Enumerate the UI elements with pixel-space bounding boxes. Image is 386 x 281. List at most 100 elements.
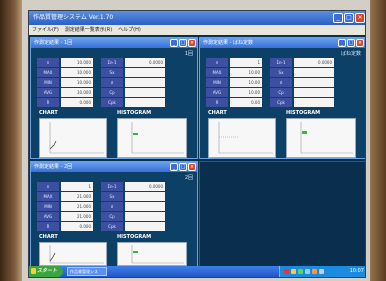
maximize-button[interactable]: □ bbox=[179, 39, 187, 47]
stat-value: 0.00 bbox=[230, 98, 262, 107]
control-chart bbox=[208, 118, 276, 158]
stat-label: Σn-1 bbox=[270, 58, 292, 67]
control-chart-graphic bbox=[49, 245, 104, 264]
control-chart bbox=[39, 242, 107, 266]
stat-label: σ bbox=[101, 78, 123, 87]
stat-value: 0.0000 bbox=[125, 182, 165, 191]
minimize-button[interactable]: _ bbox=[338, 39, 346, 47]
stat-value: 21.000 bbox=[61, 202, 93, 211]
menu-item-file[interactable]: ファイル(F) bbox=[32, 25, 59, 35]
stat-row: MAX 10.000 Sx bbox=[37, 68, 187, 77]
tray-icon[interactable] bbox=[319, 269, 324, 274]
stat-label: σ bbox=[101, 202, 123, 211]
tray-icon[interactable] bbox=[312, 269, 317, 274]
window-controls: _ □ × bbox=[170, 163, 196, 171]
chart-label: CHART bbox=[208, 110, 227, 116]
window-body: 1回 n 10.000 Σn-1 0.0000 MAX 10.000 Sx MI… bbox=[31, 48, 197, 158]
tray-icon[interactable] bbox=[298, 269, 303, 274]
stat-value: 0.0000 bbox=[125, 58, 165, 67]
stat-value: 1 bbox=[230, 58, 262, 67]
maximize-button[interactable]: □ bbox=[179, 163, 187, 171]
result-window-3[interactable]: 作測定結果 - 2回 _ □ × 2回 n 1 Σn-1 0.0000 MAX … bbox=[30, 161, 198, 267]
histogram bbox=[117, 118, 187, 158]
taskbar-item-app[interactable]: 作品質管理シス bbox=[67, 267, 107, 276]
stat-label: Cpk bbox=[101, 222, 123, 231]
stat-label: Cp bbox=[101, 212, 123, 221]
window-title-bar[interactable]: 作測定結果 - ばね定数 _ □ × bbox=[200, 38, 365, 48]
stat-value bbox=[125, 78, 165, 87]
mdi-empty-area bbox=[199, 161, 365, 267]
histogram-label: HISTOGRAM bbox=[117, 110, 152, 116]
stat-value: 10.000 bbox=[61, 88, 93, 97]
histogram bbox=[286, 118, 356, 158]
tray-icon[interactable] bbox=[305, 269, 310, 274]
stat-value: 10.00 bbox=[230, 88, 262, 97]
histogram bbox=[117, 242, 187, 266]
start-label: スタート bbox=[37, 268, 58, 274]
stat-value: 10.000 bbox=[61, 78, 93, 87]
tray-icon[interactable] bbox=[284, 269, 289, 274]
histogram-graphic bbox=[131, 122, 184, 154]
window-controls: _ □ × bbox=[338, 39, 364, 47]
window-caption: 2回 bbox=[184, 175, 193, 181]
stat-value bbox=[294, 88, 334, 97]
start-button[interactable]: スタート bbox=[29, 266, 63, 277]
close-button[interactable]: × bbox=[356, 39, 364, 47]
result-window-1[interactable]: 作測定結果 - 1回 _ □ × 1回 n 10.000 Σn-1 0.0000… bbox=[30, 37, 198, 159]
stat-label: MAX bbox=[37, 68, 59, 77]
window-title: 作測定結果 - 2回 bbox=[34, 164, 73, 170]
stat-value: 10.00 bbox=[230, 68, 262, 77]
stat-value: 21.000 bbox=[61, 212, 93, 221]
menu-item-help[interactable]: ヘルプ(H) bbox=[118, 25, 141, 35]
maximize-button[interactable]: □ bbox=[347, 39, 355, 47]
control-chart bbox=[39, 118, 107, 158]
maximize-button[interactable]: □ bbox=[344, 13, 354, 23]
stats-table: n 1 Σn-1 0.0000 MAX 10.00 Sx MIN 10.00 σ bbox=[206, 58, 356, 108]
stat-value bbox=[125, 68, 165, 77]
stat-value bbox=[125, 88, 165, 97]
stat-row: AVG 10.000 Cp bbox=[37, 88, 187, 97]
stat-row: MIN 21.000 σ bbox=[37, 202, 187, 211]
minimize-button[interactable]: _ bbox=[170, 163, 178, 171]
stat-label: Cpk bbox=[101, 98, 123, 107]
stat-value bbox=[294, 98, 334, 107]
stat-row: MAX 21.000 Sx bbox=[37, 192, 187, 201]
stat-label: Sx bbox=[270, 68, 292, 77]
stat-label: MIN bbox=[37, 78, 59, 87]
stat-label: R bbox=[206, 98, 228, 107]
screen: 作品質管理システム Ver.1.70 _ □ × ファイル(F) 測定結果一覧表… bbox=[28, 10, 366, 278]
stat-value: 1 bbox=[61, 182, 93, 191]
stat-label: Cp bbox=[101, 88, 123, 97]
stat-label: n bbox=[37, 58, 59, 67]
stat-label: Σn-1 bbox=[101, 182, 123, 191]
stat-label: n bbox=[37, 182, 59, 191]
close-button[interactable]: × bbox=[188, 39, 196, 47]
histogram-label: HISTOGRAM bbox=[286, 110, 321, 116]
window-title-bar[interactable]: 作測定結果 - 2回 _ □ × bbox=[31, 162, 197, 172]
result-window-2[interactable]: 作測定結果 - ばね定数 _ □ × ばね定数 n 1 Σn-1 0.0000 … bbox=[199, 37, 365, 159]
window-title-bar[interactable]: 作測定結果 - 1回 _ □ × bbox=[31, 38, 197, 48]
app-title: 作品質管理システム Ver.1.70 bbox=[33, 14, 114, 21]
minimize-button[interactable]: _ bbox=[333, 13, 343, 23]
chart-label: CHART bbox=[39, 234, 58, 240]
menu-item-results[interactable]: 測定結果一覧表示(R) bbox=[65, 25, 112, 35]
system-tray: 10:07 bbox=[279, 266, 365, 277]
chart-label: CHART bbox=[39, 110, 58, 116]
tray-icon[interactable] bbox=[291, 269, 296, 274]
close-button[interactable]: × bbox=[188, 163, 196, 171]
stat-label: Sx bbox=[101, 192, 123, 201]
stat-row: R 0.000 Cpk bbox=[37, 222, 187, 231]
stat-label: σ bbox=[270, 78, 292, 87]
minimize-button[interactable]: _ bbox=[170, 39, 178, 47]
stat-label: Cpk bbox=[270, 98, 292, 107]
app-window-controls: _ □ × bbox=[333, 13, 365, 23]
stat-row: MIN 10.000 σ bbox=[37, 78, 187, 87]
stat-value: 10.00 bbox=[230, 78, 262, 87]
stat-row: R 0.000 Cpk bbox=[37, 98, 187, 107]
stat-label: AVG bbox=[37, 88, 59, 97]
taskbar: スタート 作品質管理シス 10:07 bbox=[29, 266, 365, 277]
close-button[interactable]: × bbox=[355, 13, 365, 23]
stat-label: Σn-1 bbox=[101, 58, 123, 67]
stat-label: MAX bbox=[37, 192, 59, 201]
stat-label: MIN bbox=[206, 78, 228, 87]
